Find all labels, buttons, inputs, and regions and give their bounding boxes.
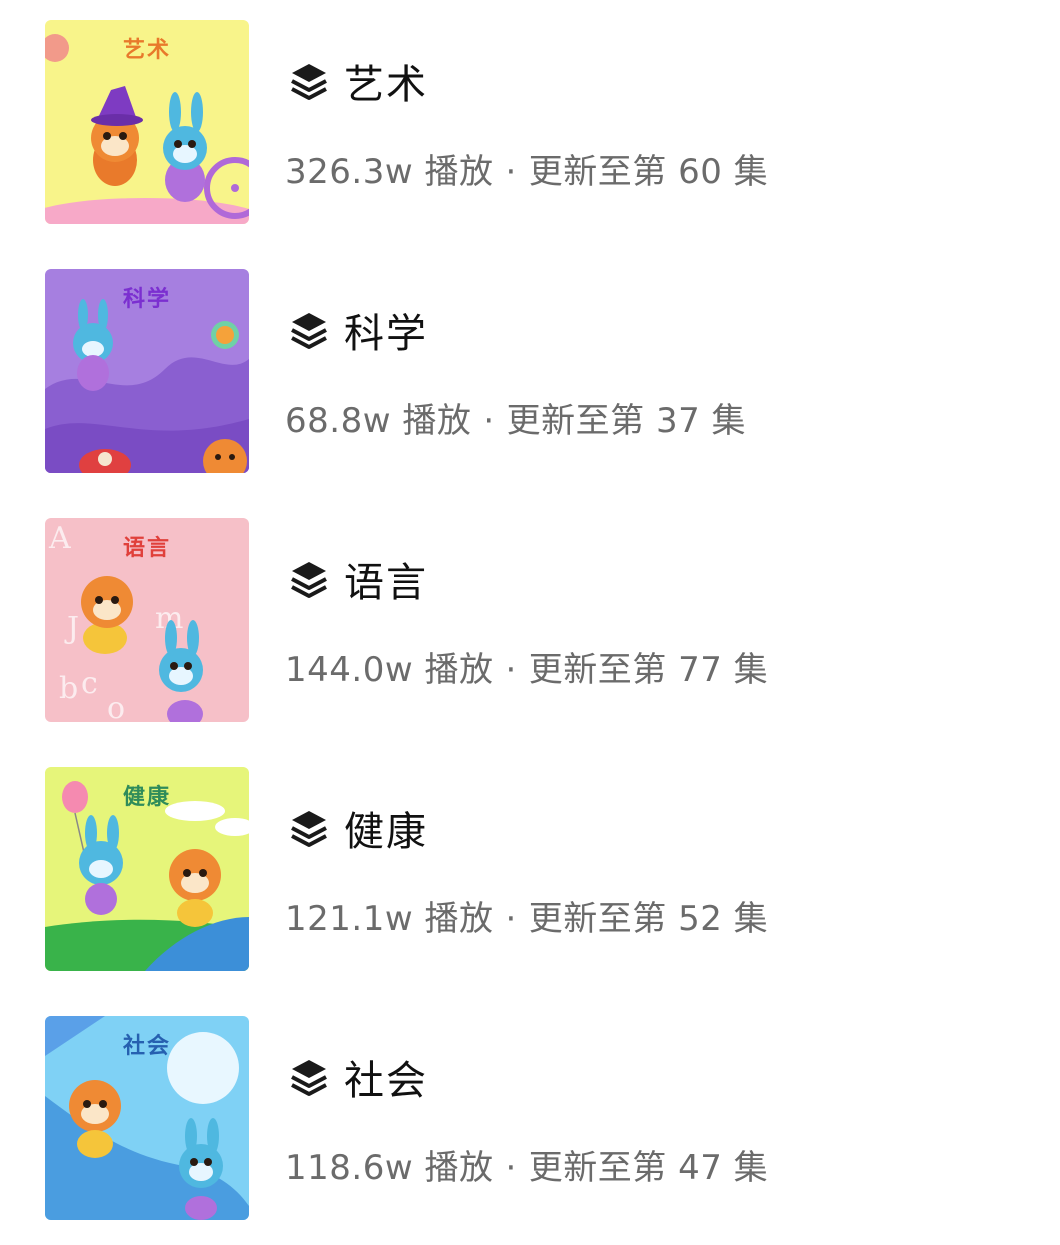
course-thumbnail[interactable]: 科学 [45,269,249,473]
course-title-row: 科学 [288,305,428,357]
course-meta: 68.8w 播放 · 更新至第 37 集 [285,393,746,442]
play-count: 121.1w 播放 [285,899,494,939]
course-meta: 118.6w 播放 · 更新至第 47 集 [285,1140,768,1189]
play-count: 326.3w 播放 [285,152,494,192]
course-title: 艺术 [344,62,428,108]
course-meta: 144.0w 播放 · 更新至第 77 集 [285,642,768,691]
course-meta: 326.3w 播放 · 更新至第 60 集 [285,144,768,193]
layers-icon [291,811,327,847]
course-item-health[interactable]: 健康 健康 121.1w 播放 · 更新至第 52 集 [0,767,1060,972]
layers-icon [291,313,327,349]
thumbnail-label: 社会 [122,1034,171,1059]
thumbnail-label: 科学 [122,287,171,312]
episode-update: 更新至第 77 集 [528,650,769,690]
thumbnail-label: 健康 [122,785,171,810]
course-item-society[interactable]: 社会 社会 118.6w 播放 · 更新至第 47 集 [0,1016,1060,1221]
course-item-science[interactable]: 科学 科学 68.8w 播放 · 更新至第 37 集 [0,269,1060,474]
course-list: 艺术 艺术 326.3w 播放 · 更新至第 60 集 科学 科学 68.8w … [0,0,1060,1245]
course-thumbnail[interactable]: 健康 [45,767,249,971]
course-title: 语言 [344,560,428,606]
meta-separator: · [505,1148,517,1188]
play-count: 118.6w 播放 [285,1148,494,1188]
svg-text:J: J [64,611,79,646]
course-title: 社会 [344,1058,428,1104]
layers-icon [291,562,327,598]
course-title-row: 社会 [288,1052,428,1104]
episode-update: 更新至第 52 集 [528,899,769,939]
layers-icon [291,1060,327,1096]
course-thumbnail[interactable]: A J m b c o 语言 [45,518,249,722]
course-meta: 121.1w 播放 · 更新至第 52 集 [285,891,768,940]
course-title-row: 艺术 [288,56,428,108]
thumbnail-label: 语言 [122,536,171,561]
play-count: 144.0w 播放 [285,650,494,690]
course-title-row: 语言 [288,554,428,606]
svg-text:b: b [59,671,78,706]
course-thumbnail[interactable]: 社会 [45,1016,249,1220]
episode-update: 更新至第 47 集 [528,1148,769,1188]
episode-update: 更新至第 60 集 [528,152,769,192]
course-item-art[interactable]: 艺术 艺术 326.3w 播放 · 更新至第 60 集 [0,20,1060,225]
course-title: 科学 [344,311,428,357]
course-title: 健康 [344,809,428,855]
meta-separator: · [483,401,495,441]
thumbnail-label: 艺术 [122,38,171,63]
play-count: 68.8w 播放 [285,401,472,441]
svg-text:c: c [81,666,98,701]
meta-separator: · [505,899,517,939]
svg-text:o: o [107,691,125,722]
course-thumbnail[interactable]: 艺术 [45,20,249,224]
meta-separator: · [505,650,517,690]
course-item-language[interactable]: A J m b c o 语言 语言 144.0w 播放 · 更新至第 77 集 [0,518,1060,723]
layers-icon [291,64,327,100]
course-title-row: 健康 [288,803,428,855]
meta-separator: · [505,152,517,192]
episode-update: 更新至第 37 集 [506,401,747,441]
